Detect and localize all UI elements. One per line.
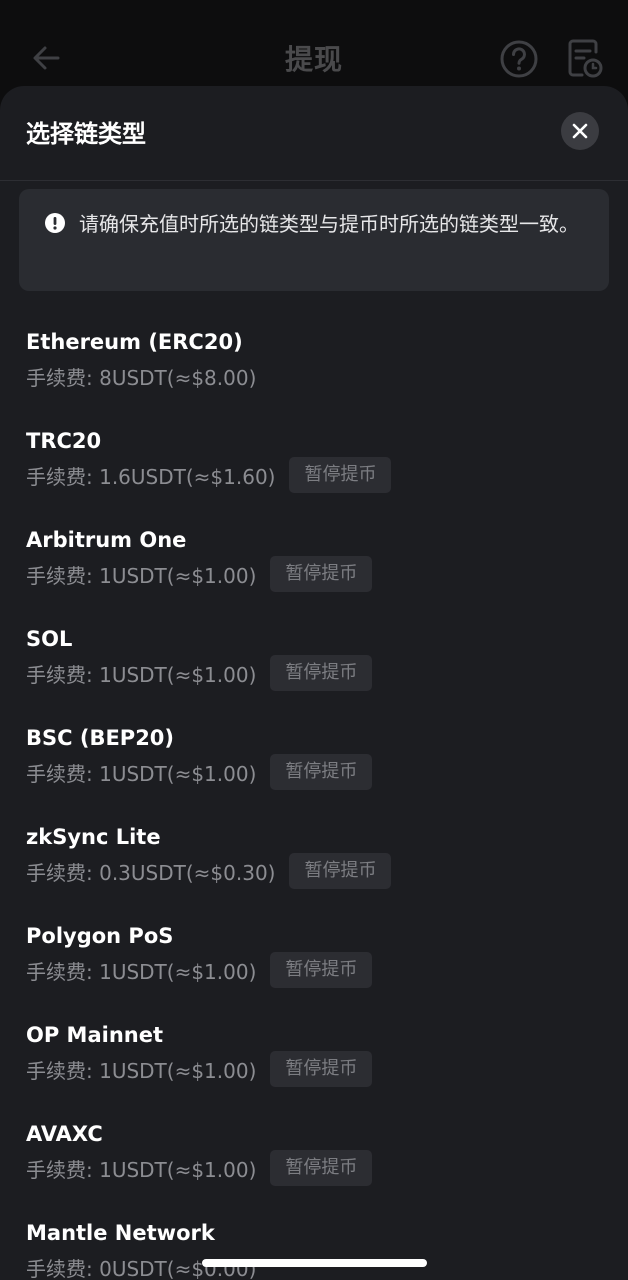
withdrawal-paused-badge: 暂停提币 xyxy=(270,1051,373,1087)
chain-notice: 请确保充值时所选的链类型与提币时所选的链类型一致。 xyxy=(19,189,609,291)
sheet-title: 选择链类型 xyxy=(26,120,146,148)
chain-item[interactable]: TRC20 手续费: 1.6USDT(≈$1.60) 暂停提币 xyxy=(0,417,628,516)
chain-name: Arbitrum One xyxy=(26,528,187,552)
help-icon[interactable] xyxy=(498,38,540,80)
chain-name: AVAXC xyxy=(26,1122,103,1146)
chain-name: zkSync Lite xyxy=(26,825,161,849)
chain-list: Ethereum (ERC20) 手续费: 8USDT(≈$8.00) TRC20 手… xyxy=(0,318,628,1280)
chain-fee-row: 手续费: 1USDT(≈$1.00) 暂停提币 xyxy=(26,1051,373,1087)
chain-fee: 手续费: 1USDT(≈$1.00) xyxy=(26,563,257,588)
close-icon xyxy=(572,123,588,139)
withdrawal-paused-badge: 暂停提币 xyxy=(289,853,392,889)
chain-name: Ethereum (ERC20) xyxy=(26,330,243,354)
chain-fee-row: 手续费: 8USDT(≈$8.00) xyxy=(26,360,256,392)
chain-item[interactable]: BSC (BEP20) 手续费: 1USDT(≈$1.00) 暂停提币 xyxy=(0,714,628,813)
chain-fee: 手续费: 1USDT(≈$1.00) xyxy=(26,1157,257,1182)
chain-name: OP Mainnet xyxy=(26,1023,164,1047)
chain-fee: 手续费: 1USDT(≈$1.00) xyxy=(26,662,257,687)
withdrawal-paused-badge: 暂停提币 xyxy=(289,457,392,493)
chain-select-sheet: 选择链类型 请确保充值时所选的链类型与提币时所选的链类型一致。 Ethereum… xyxy=(0,86,628,1280)
chain-fee: 手续费: 1USDT(≈$1.00) xyxy=(26,959,257,984)
chain-item[interactable]: Ethereum (ERC20) 手续费: 8USDT(≈$8.00) xyxy=(0,318,628,417)
home-indicator[interactable] xyxy=(202,1259,427,1267)
info-icon xyxy=(45,213,65,233)
chain-fee: 手续费: 1USDT(≈$1.00) xyxy=(26,1058,257,1083)
record-icon[interactable] xyxy=(566,38,604,80)
chain-fee-row: 手续费: 0.3USDT(≈$0.30) 暂停提币 xyxy=(26,853,392,889)
chain-fee-row: 手续费: 1.6USDT(≈$1.60) 暂停提币 xyxy=(26,457,392,493)
chain-name: SOL xyxy=(26,627,73,651)
chain-fee-row: 手续费: 1USDT(≈$1.00) 暂停提币 xyxy=(26,952,373,988)
notice-text: 请确保充值时所选的链类型与提币时所选的链类型一致。 xyxy=(79,212,579,236)
withdrawal-paused-badge: 暂停提币 xyxy=(270,952,373,988)
chain-fee: 手续费: 1.6USDT(≈$1.60) xyxy=(26,464,276,489)
chain-item[interactable]: Arbitrum One 手续费: 1USDT(≈$1.00) 暂停提币 xyxy=(0,516,628,615)
chain-fee-row: 手续费: 1USDT(≈$1.00) 暂停提币 xyxy=(26,655,373,691)
chain-name: Mantle Network xyxy=(26,1221,215,1245)
withdrawal-paused-badge: 暂停提币 xyxy=(270,1150,373,1186)
chain-fee-row: 手续费: 1USDT(≈$1.00) 暂停提币 xyxy=(26,1150,373,1186)
chain-fee: 手续费: 8USDT(≈$8.00) xyxy=(26,365,257,390)
chain-fee: 手续费: 0.3USDT(≈$0.30) xyxy=(26,860,276,885)
withdrawal-paused-badge: 暂停提币 xyxy=(270,556,373,592)
withdrawal-paused-badge: 暂停提币 xyxy=(270,655,373,691)
chain-fee-row: 手续费: 1USDT(≈$1.00) 暂停提币 xyxy=(26,754,373,790)
chain-fee-row: 手续费: 1USDT(≈$1.00) 暂停提币 xyxy=(26,556,373,592)
chain-item[interactable]: zkSync Lite 手续费: 0.3USDT(≈$0.30) 暂停提币 xyxy=(0,813,628,912)
chain-item[interactable]: Polygon PoS 手续费: 1USDT(≈$1.00) 暂停提币 xyxy=(0,912,628,1011)
chain-item[interactable]: AVAXC 手续费: 1USDT(≈$1.00) 暂停提币 xyxy=(0,1110,628,1209)
close-button[interactable] xyxy=(561,112,599,150)
sheet-header: 选择链类型 xyxy=(0,86,628,181)
chain-item[interactable]: Mantle Network 手续费: 0USDT(≈$0.00) xyxy=(0,1209,628,1280)
chain-name: Polygon PoS xyxy=(26,924,174,948)
chain-name: TRC20 xyxy=(26,429,102,453)
chain-item[interactable]: SOL 手续费: 1USDT(≈$1.00) 暂停提币 xyxy=(0,615,628,714)
chain-item[interactable]: OP Mainnet 手续费: 1USDT(≈$1.00) 暂停提币 xyxy=(0,1011,628,1110)
chain-fee: 手续费: 1USDT(≈$1.00) xyxy=(26,761,257,786)
chain-name: BSC (BEP20) xyxy=(26,726,175,750)
withdrawal-paused-badge: 暂停提币 xyxy=(270,754,373,790)
